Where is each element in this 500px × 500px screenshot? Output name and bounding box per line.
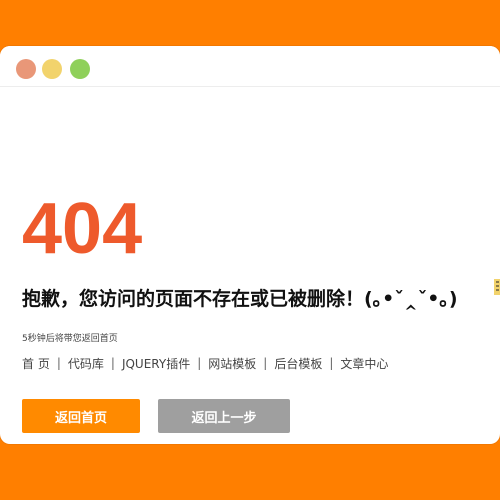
maximize-window-control[interactable]: [70, 59, 90, 79]
nav-link-website-templates[interactable]: 网站模板: [208, 355, 256, 372]
nav-separator: |: [263, 356, 268, 370]
nav-separator: |: [329, 356, 334, 370]
error-code: 404: [22, 189, 143, 269]
nav-link-article-center[interactable]: 文章中心: [340, 355, 388, 372]
nav-separator: |: [110, 356, 115, 370]
go-back-button[interactable]: 返回上一步: [158, 399, 290, 433]
error-content: 404 抱歉，您访问的页面不存在或已被删除！(｡•ˇ‸ˇ•｡) 5秒钟后将带您返…: [22, 98, 492, 433]
nav-link-code-library[interactable]: 代码库: [68, 355, 104, 372]
browser-window: 404 抱歉，您访问的页面不存在或已被删除！(｡•ˇ‸ˇ•｡) 5秒钟后将带您返…: [0, 46, 500, 444]
minimize-window-control[interactable]: [42, 59, 62, 79]
action-buttons: 返回首页 返回上一步: [22, 399, 290, 433]
redirect-countdown: 5秒钟后将带您返回首页: [22, 334, 118, 344]
nav-link-admin-templates[interactable]: 后台模板: [274, 355, 322, 372]
close-window-control[interactable]: [16, 59, 36, 79]
window-titlebar: [0, 46, 500, 87]
decorative-side-icon: [494, 279, 500, 295]
nav-separator: |: [56, 356, 61, 370]
nav-link-jquery-plugins[interactable]: JQUERY插件: [122, 355, 190, 372]
return-home-button[interactable]: 返回首页: [22, 399, 140, 433]
error-message: 抱歉，您访问的页面不存在或已被删除！(｡•ˇ‸ˇ•｡): [22, 288, 458, 310]
nav-link-home[interactable]: 首 页: [22, 355, 50, 372]
nav-separator: |: [197, 356, 202, 370]
page-background: 404 抱歉，您访问的页面不存在或已被删除！(｡•ˇ‸ˇ•｡) 5秒钟后将带您返…: [0, 0, 500, 500]
quick-links: 首 页 | 代码库 | JQUERY插件 | 网站模板 | 后台模板 | 文章中…: [22, 353, 388, 373]
